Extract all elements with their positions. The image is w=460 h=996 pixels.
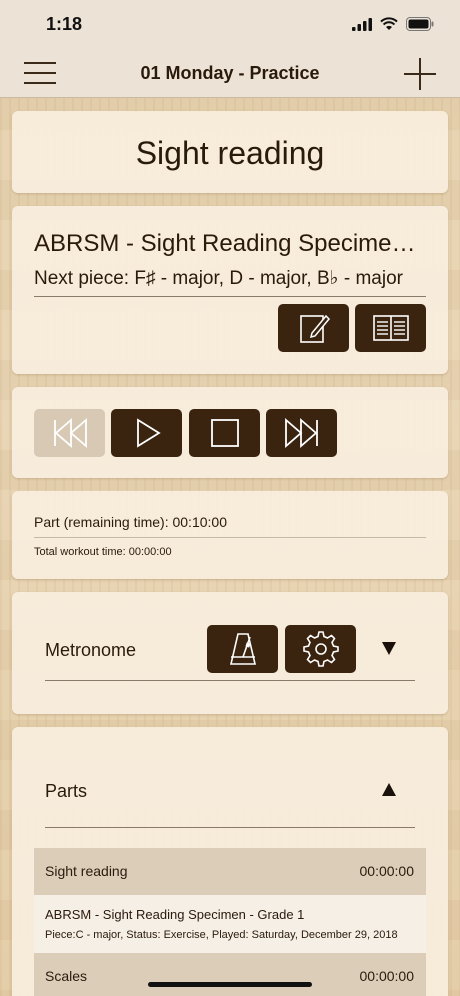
parts-card: Parts Sight reading 00:00:00 ABRSM - Sig… — [12, 727, 448, 996]
add-button[interactable] — [404, 58, 436, 90]
metronome-label: Metronome — [45, 640, 137, 660]
part-time: 00:00:00 — [359, 863, 415, 879]
part-time: 00:00:00 — [359, 968, 415, 984]
status-icons — [352, 17, 434, 31]
stop-button[interactable] — [189, 409, 260, 457]
collapse-parts-toggle[interactable] — [382, 783, 396, 796]
divider — [34, 296, 426, 297]
part-remaining-time: Part (remaining time): 00:10:00 — [34, 514, 227, 530]
battery-icon — [406, 17, 434, 31]
home-indicator[interactable] — [148, 982, 312, 987]
status-time: 1:18 — [46, 14, 83, 34]
divider — [45, 827, 415, 828]
stop-icon — [210, 419, 239, 447]
part-row-scales[interactable]: Scales 00:00:00 — [34, 953, 426, 996]
piece-title: ABRSM - Sight Reading Specimen - Grade 1 — [34, 230, 426, 257]
next-button[interactable] — [266, 409, 337, 457]
next-piece-label: Next piece: F♯ - major, D - major, B♭ - … — [34, 268, 403, 289]
play-icon — [136, 418, 161, 448]
metronome-button[interactable] — [207, 625, 278, 673]
nav-bar: 01 Monday - Practice — [0, 50, 460, 98]
skip-forward-icon — [284, 418, 318, 448]
total-workout-time: Total workout time: 00:00:00 — [34, 546, 172, 558]
exercise-title-card: Sight reading — [12, 111, 448, 193]
piece-row-title: ABRSM - Sight Reading Specimen - Grade 1 — [45, 907, 305, 922]
divider — [45, 680, 415, 681]
previous-button[interactable] — [34, 409, 105, 457]
edit-icon — [299, 314, 330, 343]
play-button[interactable] — [111, 409, 182, 457]
edit-button[interactable] — [278, 304, 349, 352]
timer-card: Part (remaining time): 00:10:00 Total wo… — [12, 491, 448, 579]
nav-title: 01 Monday - Practice — [140, 63, 320, 83]
parts-label: Parts — [45, 781, 88, 801]
divider — [34, 537, 426, 538]
skip-back-icon — [53, 418, 87, 448]
part-name: Sight reading — [45, 863, 128, 879]
score-book-button[interactable] — [355, 304, 426, 352]
piece-row[interactable]: ABRSM - Sight Reading Specimen - Grade 1… — [34, 895, 426, 953]
gear-icon — [302, 631, 339, 667]
piece-card: ABRSM - Sight Reading Specimen - Grade 1… — [12, 206, 448, 374]
status-bar: 1:18 — [0, 0, 460, 50]
metronome-icon — [229, 633, 256, 665]
book-icon — [372, 315, 409, 341]
metronome-settings-button[interactable] — [285, 625, 356, 673]
transport-card — [12, 387, 448, 478]
part-row-sight-reading[interactable]: Sight reading 00:00:00 — [34, 848, 426, 895]
signal-icon — [352, 17, 372, 31]
wifi-icon — [380, 17, 398, 30]
part-name: Scales — [45, 968, 88, 984]
exercise-title: Sight reading — [135, 135, 325, 171]
collapse-metronome-toggle[interactable] — [382, 642, 396, 655]
piece-row-info: Piece:C - major, Status: Exercise, Playe… — [45, 929, 398, 941]
metronome-card: Metronome — [12, 592, 448, 714]
